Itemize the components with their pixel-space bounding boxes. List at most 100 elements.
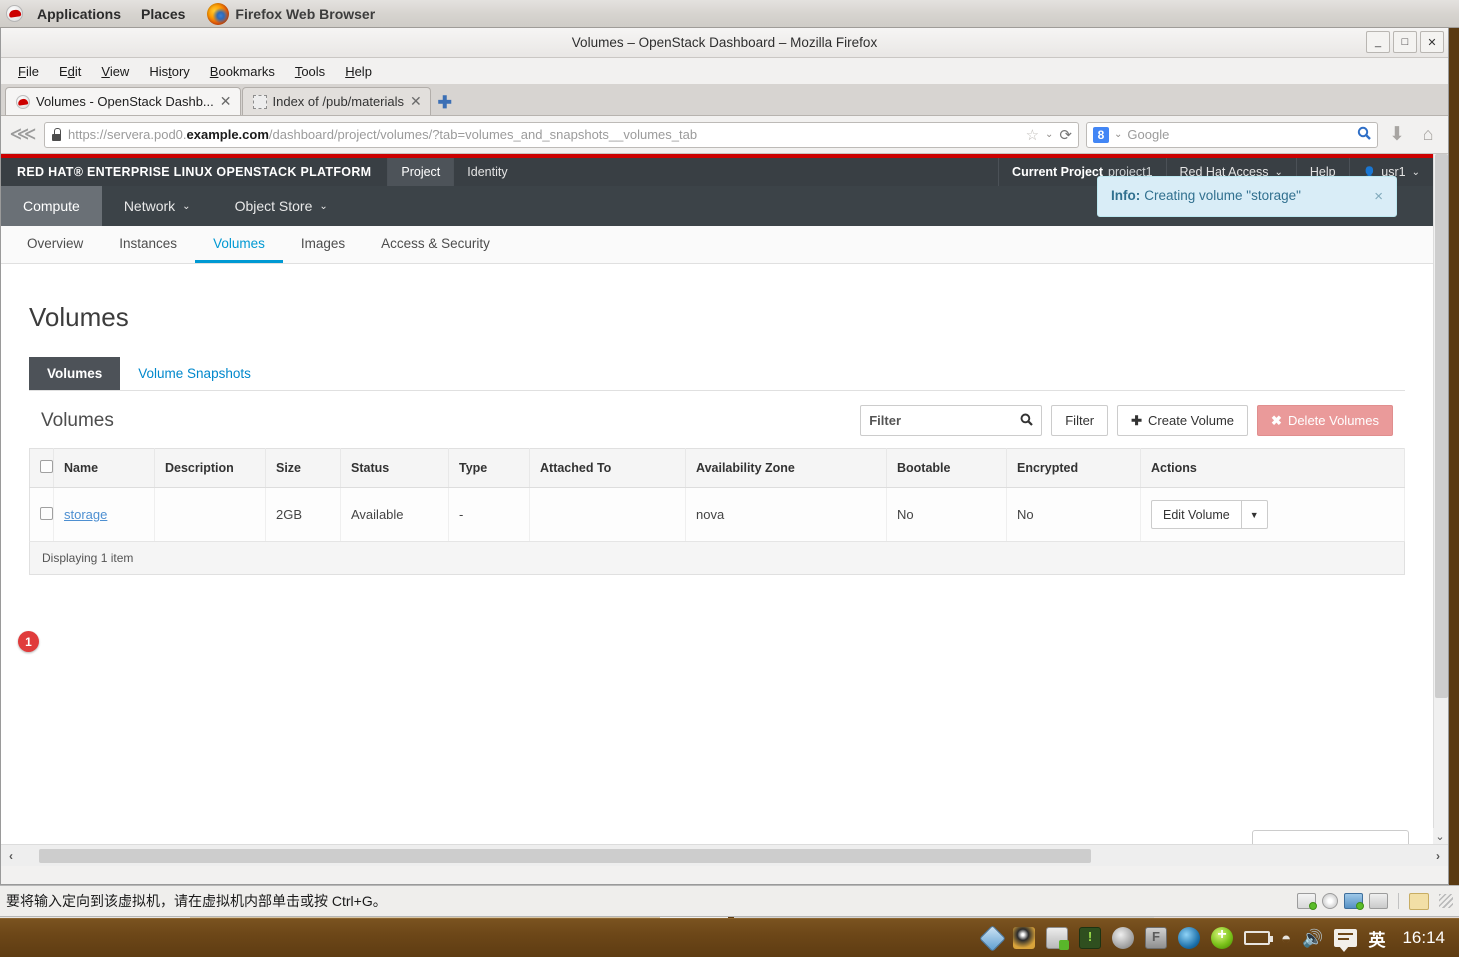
battery-icon[interactable]: [1244, 931, 1273, 945]
tray-icon-compass[interactable]: [979, 924, 1006, 952]
close-icon[interactable]: ✕: [220, 93, 232, 110]
camera-icon[interactable]: [1369, 893, 1388, 909]
horizontal-scrollbar-track[interactable]: [21, 848, 1428, 863]
row-checkbox[interactable]: [40, 506, 53, 520]
volume-name-link[interactable]: storage: [64, 507, 107, 522]
close-button[interactable]: ✕: [1420, 31, 1444, 53]
search-bar[interactable]: 8 ⌄ Google: [1086, 121, 1378, 148]
new-tab-button[interactable]: ✚: [432, 91, 458, 115]
tab-volume-snapshots[interactable]: Volume Snapshots: [120, 357, 269, 390]
tray-icon-flash[interactable]: [1145, 927, 1167, 949]
downloads-icon[interactable]: ⬇: [1385, 123, 1409, 146]
resize-grip[interactable]: [1439, 894, 1453, 908]
select-all-checkbox[interactable]: [40, 460, 53, 473]
google-engine-icon[interactable]: 8: [1093, 126, 1109, 143]
tray-icon-nvidia[interactable]: [1079, 927, 1101, 949]
openstack-sub-nav: Overview Instances Volumes Images Access…: [1, 226, 1433, 264]
select-all-header: [29, 448, 54, 488]
scroll-left-arrow-icon[interactable]: ‹: [1, 849, 21, 863]
scroll-right-arrow-icon[interactable]: ›: [1428, 849, 1448, 863]
volume-icon[interactable]: 🔊: [1302, 930, 1323, 947]
subnav-item-instances[interactable]: Instances: [101, 226, 195, 263]
horizontal-scrollbar-thumb[interactable]: [39, 848, 1091, 863]
column-header-name[interactable]: Name: [53, 448, 155, 488]
taskbar-clock[interactable]: 16:14: [1402, 928, 1445, 948]
subnav-item-volumes[interactable]: Volumes: [195, 226, 283, 263]
table-toolbar-actions: Filter Filter ✚ Create Volume ✖ Delete V…: [860, 405, 1393, 436]
column-header-type[interactable]: Type: [448, 448, 530, 488]
delete-volumes-button[interactable]: ✖ Delete Volumes: [1257, 405, 1393, 436]
back-button-icon[interactable]: ⋘: [9, 123, 37, 146]
scroll-down-arrow-icon[interactable]: ⌄: [1433, 828, 1447, 844]
tray-icon-qq[interactable]: [1013, 927, 1035, 949]
reload-icon[interactable]: ⟳: [1059, 126, 1072, 144]
topnav-item-project[interactable]: Project: [387, 158, 454, 186]
browser-tab-index[interactable]: Index of /pub/materials ✕: [241, 87, 431, 115]
divider: [1398, 893, 1399, 909]
close-icon[interactable]: ×: [1366, 188, 1383, 205]
network-icon[interactable]: [1344, 893, 1364, 910]
menu-tools[interactable]: Tools: [286, 61, 334, 82]
browser-tab-index-label: Index of /pub/materials: [272, 94, 405, 109]
subnav-item-access-security[interactable]: Access & Security: [363, 226, 508, 263]
subnav-item-images[interactable]: Images: [283, 226, 363, 263]
table-toolbar: Volumes Filter Filter ✚ Create Volume ✖ …: [29, 391, 1405, 448]
window-title: Volumes – OpenStack Dashboard – Mozilla …: [571, 35, 878, 50]
page-horizontal-scrollbar[interactable]: ‹ ›: [1, 844, 1448, 866]
tray-icon-copy[interactable]: [1046, 927, 1069, 950]
close-icon[interactable]: ✕: [410, 93, 422, 110]
chevron-down-icon[interactable]: ⌄: [1114, 129, 1122, 140]
subnav-item-overview[interactable]: Overview: [9, 226, 101, 263]
ime-indicator[interactable]: 英: [1368, 926, 1385, 951]
wifi-icon[interactable]: ◓: [1281, 930, 1291, 947]
row-actions-dropdown-toggle[interactable]: ▼: [1241, 500, 1268, 529]
vertical-scrollbar-thumb[interactable]: [1435, 154, 1448, 698]
menu-file[interactable]: File: [9, 61, 48, 82]
menu-bar: File Edit View History Bookmarks Tools H…: [1, 58, 1448, 84]
host-taskbar: ◓ 🔊 英 16:14: [0, 918, 1459, 957]
maximize-button[interactable]: □: [1393, 31, 1417, 53]
chat-icon[interactable]: [1334, 929, 1358, 952]
browser-tab-volumes[interactable]: Volumes - OpenStack Dashb... ✕: [5, 87, 241, 115]
search-input[interactable]: Google: [1127, 127, 1352, 142]
filter-input[interactable]: Filter: [860, 405, 1043, 436]
menu-history[interactable]: History: [140, 61, 198, 82]
bookmark-star-icon[interactable]: ☆: [1026, 126, 1039, 144]
column-header-status[interactable]: Status: [340, 448, 449, 488]
column-header-attached-to[interactable]: Attached To: [529, 448, 686, 488]
taskbar-item-firefox[interactable]: Firefox Web Browser: [207, 2, 375, 25]
menu-bookmarks[interactable]: Bookmarks: [201, 61, 284, 82]
column-header-availability-zone[interactable]: Availability Zone: [685, 448, 887, 488]
tray-icon-browser[interactable]: [1178, 927, 1200, 949]
menu-help[interactable]: Help: [336, 61, 381, 82]
menu-view[interactable]: View: [92, 61, 138, 82]
url-bar[interactable]: https://servera.pod0.example.com/dashboa…: [44, 121, 1079, 148]
applications-menu[interactable]: Applications: [29, 4, 129, 24]
cdrom-icon[interactable]: [1322, 893, 1338, 909]
minimize-button[interactable]: _: [1366, 31, 1390, 53]
column-header-size[interactable]: Size: [265, 448, 341, 488]
places-menu[interactable]: Places: [133, 4, 193, 24]
column-header-description[interactable]: Description: [154, 448, 266, 488]
tray-icon-thunder[interactable]: [1112, 927, 1134, 949]
page-vertical-scrollbar[interactable]: [1433, 154, 1448, 866]
nav-item-object-store[interactable]: Object Store ⌄: [213, 186, 350, 226]
tray-icon-add[interactable]: [1211, 926, 1233, 949]
filter-button[interactable]: Filter: [1051, 405, 1109, 436]
menu-edit[interactable]: Edit: [50, 61, 90, 82]
table-header-row: Name Description Size Status Type Attach…: [29, 448, 1405, 488]
home-icon[interactable]: ⌂: [1416, 124, 1440, 145]
harddisk-icon[interactable]: [1297, 893, 1317, 910]
column-header-encrypted[interactable]: Encrypted: [1006, 448, 1141, 488]
tab-volumes[interactable]: Volumes: [29, 357, 121, 390]
column-header-bootable[interactable]: Bootable: [886, 448, 1007, 488]
edit-volume-button[interactable]: Edit Volume: [1151, 500, 1242, 529]
chevron-down-icon[interactable]: ⌄: [1045, 129, 1053, 140]
topnav-item-identity[interactable]: Identity: [453, 158, 520, 186]
cell-attached-to: [529, 487, 686, 542]
nav-item-compute[interactable]: Compute: [1, 186, 102, 226]
create-volume-button[interactable]: ✚ Create Volume: [1117, 405, 1249, 436]
nav-item-network[interactable]: Network ⌄: [102, 186, 213, 226]
search-icon[interactable]: [1357, 126, 1371, 143]
notes-icon[interactable]: [1409, 892, 1429, 910]
